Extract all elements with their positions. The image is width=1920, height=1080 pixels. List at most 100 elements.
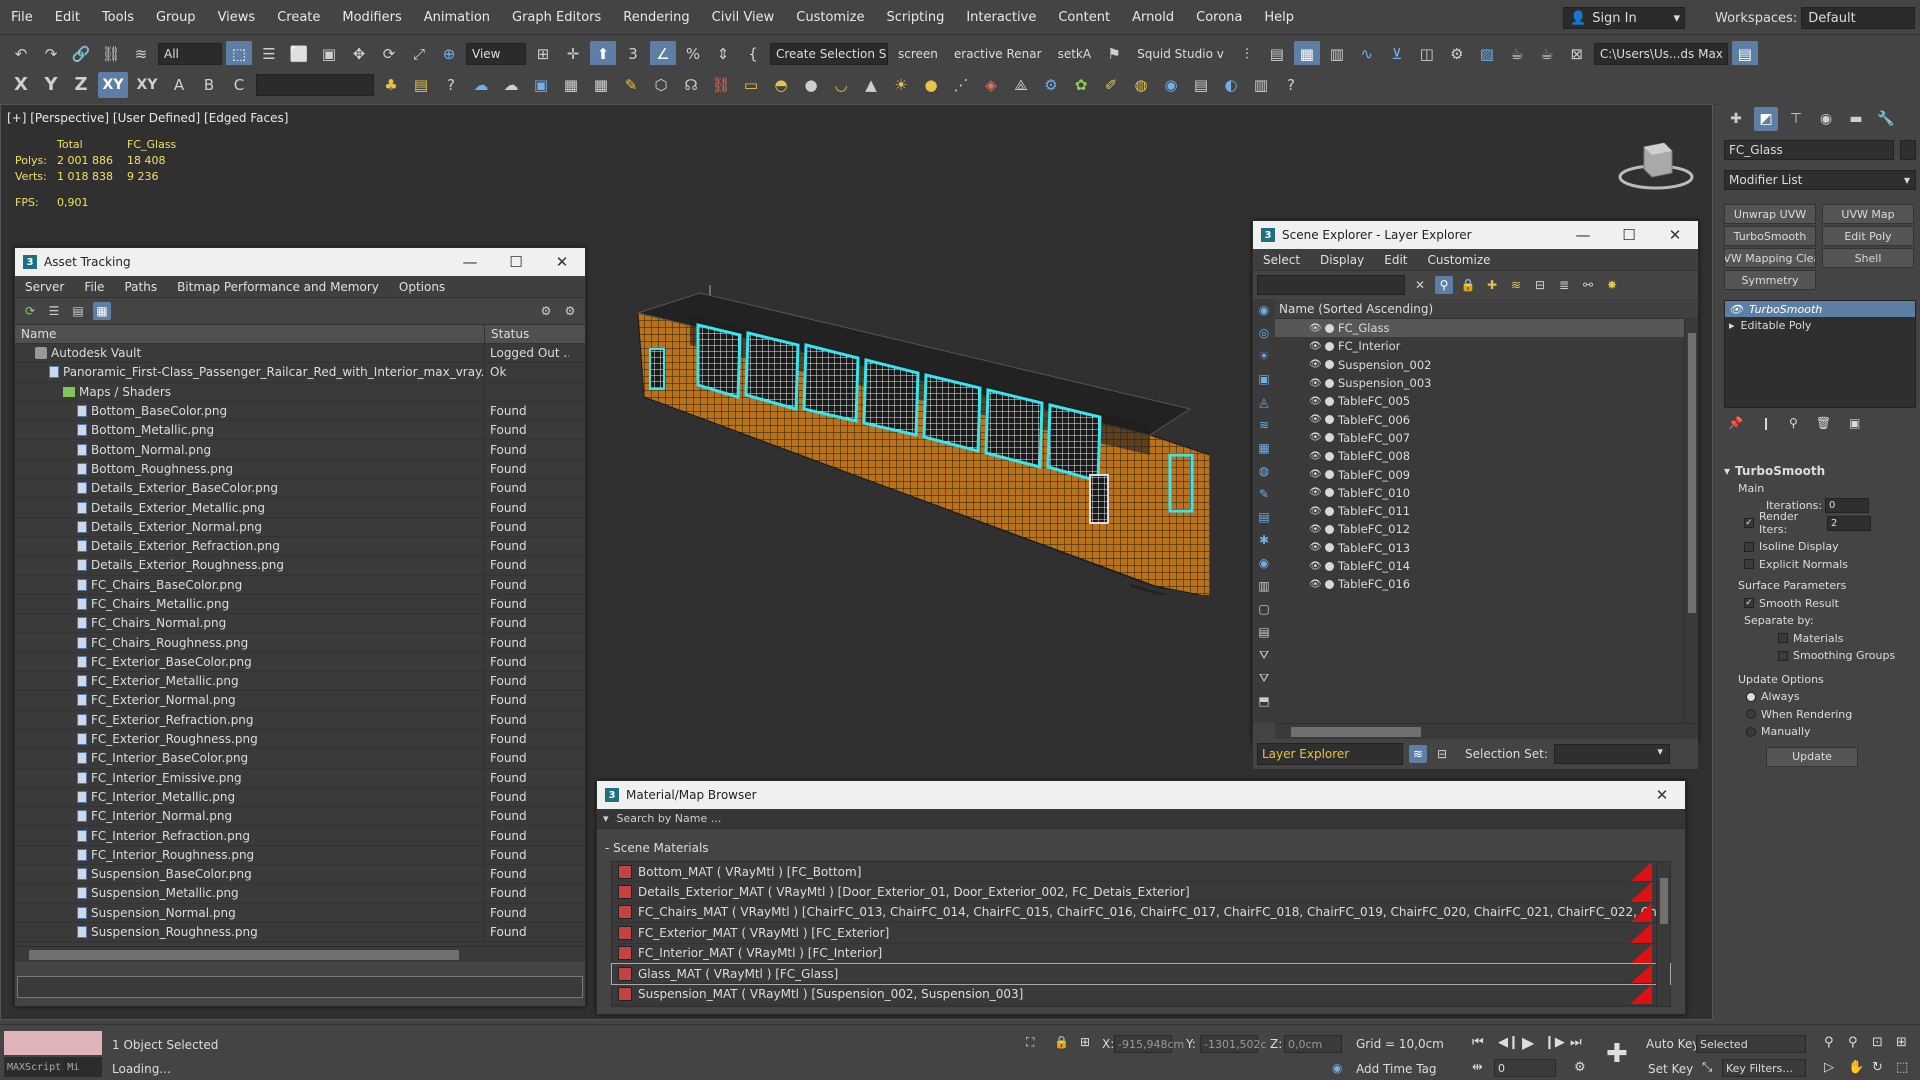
asset-row[interactable]: Panoramic_First-Class_Passenger_Railcar_… [15, 363, 585, 383]
expand-icon[interactable]: ▸ [1729, 319, 1735, 332]
align-icon[interactable]: ⫶ [1234, 41, 1260, 67]
bowl-icon[interactable]: ◡ [828, 72, 854, 98]
bones-filter-icon[interactable]: ✎ [1256, 487, 1272, 505]
filter-icon[interactable]: ⚲ [1435, 276, 1453, 294]
scale-icon[interactable]: ⤢ [406, 41, 432, 67]
eye-icon[interactable]: 👁 [1309, 341, 1322, 352]
hair-icon[interactable]: ⋰ [948, 72, 974, 98]
asset-row[interactable]: FC_Exterior_Metallic.png Found [15, 672, 585, 692]
material-row[interactable]: Details_Exterior_MAT ( VRayMtl ) [Door_E… [612, 882, 1670, 903]
schematic-view-icon[interactable]: ⊻ [1384, 41, 1410, 67]
render-dot-icon[interactable] [1325, 396, 1334, 406]
close-icon[interactable]: ✕ [539, 253, 585, 271]
angle-snap-icon[interactable]: ∠ [650, 40, 676, 67]
iterations-spinner[interactable]: 0 [1825, 498, 1869, 514]
zoom-icon[interactable]: ⚲ [1824, 1035, 1834, 1050]
ref-coord-dropdown[interactable]: View [466, 42, 526, 65]
all-filter-icon[interactable]: ▥ [1256, 579, 1272, 597]
smoothing-groups-checkbox[interactable] [1778, 650, 1788, 661]
menu-help[interactable]: Help [1253, 10, 1305, 25]
blank-dropdown[interactable] [256, 73, 374, 96]
squid-studio-button[interactable]: Squid Studio v [1131, 47, 1230, 61]
selection-filter-dropdown[interactable]: All [158, 42, 222, 65]
y-coord-field[interactable]: -1301,502c [1200, 1035, 1267, 1053]
text-c-icon[interactable]: C [226, 72, 252, 98]
list-view-icon[interactable]: ☰ [45, 302, 63, 320]
keyboard-shortcut-icon[interactable]: ⬆ [590, 40, 616, 67]
cloud-icon[interactable]: ☁ [498, 72, 524, 98]
menu-animation[interactable]: Animation [413, 10, 501, 25]
asset-row[interactable]: FC_Interior_Normal.png Found [15, 807, 585, 827]
scene-object-row[interactable]: 👁 TableFC_007 [1275, 429, 1698, 447]
asset-row[interactable]: Maps / Shaders [15, 382, 585, 402]
undo-icon[interactable]: ↶ [8, 41, 34, 67]
asset-row[interactable]: FC_Interior_Roughness.png Found [15, 845, 585, 866]
orbit-icon[interactable]: ↻ [1872, 1060, 1883, 1075]
shapes-filter-icon[interactable]: ◎ [1256, 326, 1272, 344]
uvw-mapping-clear-button[interactable]: UVW Mapping Clear [1724, 248, 1816, 268]
setka-button[interactable]: setkA [1052, 47, 1098, 61]
new-layer-icon[interactable]: ✚ [1483, 276, 1501, 294]
when-rendering-radio[interactable] [1746, 709, 1756, 720]
menu-tools[interactable]: Tools [91, 10, 145, 25]
remove-modifier-icon[interactable]: 🗑 [1816, 416, 1831, 430]
time-tag-icon[interactable]: ◉ [1332, 1061, 1342, 1075]
scroll-thumb[interactable] [1291, 727, 1421, 737]
eye-icon[interactable]: 👁 [1309, 469, 1322, 480]
key-filters-button[interactable]: Key Filters... [1722, 1059, 1806, 1077]
asset-row[interactable]: Details_Exterior_Refraction.png Found [15, 536, 585, 557]
asset-path-field[interactable] [17, 976, 583, 998]
tripod-icon[interactable]: ⟁ [1008, 72, 1034, 98]
table-view-icon[interactable]: ▦ [93, 302, 111, 320]
render-setup-icon[interactable]: ⚙ [1444, 41, 1470, 67]
squid-icon[interactable]: ⚑ [1101, 41, 1127, 67]
asset-row[interactable]: Bottom_BaseColor.png Found [15, 401, 585, 422]
menu-scripting[interactable]: Scripting [876, 10, 956, 25]
asset-row[interactable]: FC_Exterior_BaseColor.png Found [15, 652, 585, 673]
scene-object-row[interactable]: 👁 Suspension_003 [1275, 374, 1698, 392]
text-a-icon[interactable]: A [166, 72, 192, 98]
render-dot-icon[interactable] [1325, 488, 1334, 498]
clear-search-icon[interactable]: ✕ [1411, 276, 1429, 294]
current-frame-field[interactable]: 0 [1494, 1059, 1556, 1077]
containers-filter-icon[interactable]: ▤ [1256, 510, 1272, 528]
edit-poly-button[interactable]: Edit Poly [1822, 226, 1914, 246]
gear-icon[interactable]: ⚙ [1038, 72, 1064, 98]
scene-explorer-icon[interactable]: ▤ [1264, 41, 1290, 67]
rotate-icon[interactable]: ⟳ [376, 41, 402, 67]
invert-filter-icon[interactable]: ▤ [1256, 625, 1272, 643]
material-row[interactable]: Glass_MAT ( VRayMtl ) [FC_Glass] [611, 962, 1671, 986]
axis-xy-cycle-button[interactable]: XY [132, 72, 162, 98]
modify-tab-icon[interactable]: ◩ [1754, 107, 1778, 131]
funnel2-filter-icon[interactable]: ⛛ [1256, 671, 1272, 689]
turbosmooth-button[interactable]: TurboSmooth [1724, 226, 1816, 246]
render-dot-icon[interactable] [1325, 543, 1334, 553]
scene-menu-edit[interactable]: Edit [1374, 253, 1417, 267]
menu-file[interactable]: File [0, 10, 44, 25]
funnel-filter-icon[interactable]: ⛛ [1256, 648, 1272, 666]
uvw-map-button[interactable]: UVW Map [1822, 204, 1914, 224]
plant-icon[interactable]: ✿ [1068, 72, 1094, 98]
scroll-thumb[interactable] [29, 950, 459, 960]
zoom-extents-icon[interactable]: ⊡ [1872, 1035, 1883, 1050]
asset-row[interactable]: FC_Chairs_Roughness.png Found [15, 633, 585, 653]
show-end-result-icon[interactable]: ❙ [1761, 416, 1771, 430]
set-key-button[interactable]: Set Key [1648, 1062, 1693, 1076]
sign-in-dropdown[interactable]: 👤 Sign In ▾ [1563, 7, 1685, 29]
viewcube-icon[interactable] [1616, 135, 1696, 195]
scene-object-row[interactable]: 👁 TableFC_012 [1275, 520, 1698, 538]
eye-icon[interactable]: 👁 [1309, 487, 1322, 498]
menu-customize[interactable]: Customize [785, 10, 875, 25]
axis-y-button[interactable]: Y [38, 72, 64, 98]
interactive-render-button[interactable]: eractive Renar [948, 47, 1048, 61]
named-selection-dropdown[interactable]: Create Selection Se [770, 42, 888, 65]
asset-tracking-titlebar[interactable]: 3 Asset Tracking — ☐ ✕ [15, 248, 585, 276]
menu-group[interactable]: Group [145, 10, 207, 25]
configure-sets-icon[interactable]: ▣ [1849, 416, 1860, 430]
minimize-icon[interactable]: — [447, 253, 493, 271]
update-button[interactable]: Update [1766, 746, 1858, 767]
eye-icon[interactable]: 👁 [1309, 561, 1322, 572]
scene-object-row[interactable]: 👁 FC_Glass [1275, 319, 1698, 338]
minimize-icon[interactable]: — [1560, 226, 1606, 244]
scene-object-row[interactable]: 👁 TableFC_005 [1275, 392, 1698, 410]
